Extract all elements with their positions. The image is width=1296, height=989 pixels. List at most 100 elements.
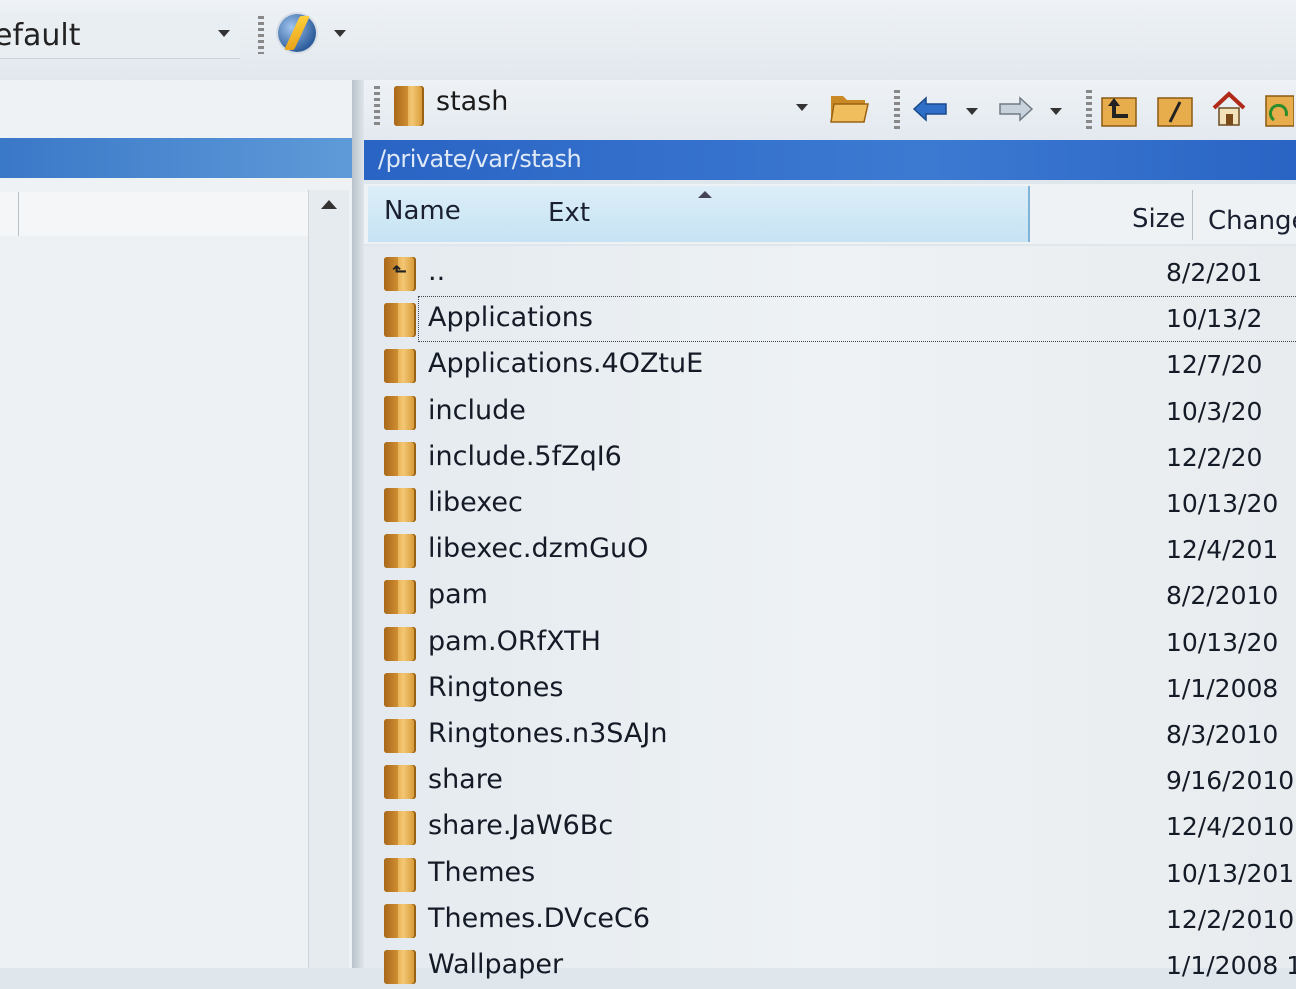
file-row[interactable]: libexec.dzmGuO 12/4/201: [364, 527, 1296, 573]
file-date: 8/3/2010: [1166, 720, 1279, 749]
column-changed-label[interactable]: Change: [1208, 206, 1296, 236]
parent-folder-icon: ⬑: [384, 257, 416, 291]
toolbar-grip[interactable]: [894, 90, 900, 130]
file-row[interactable]: Themes 10/13/201: [364, 851, 1296, 897]
file-date: 10/13/2: [1166, 304, 1263, 334]
file-name: ..: [428, 256, 446, 287]
file-row[interactable]: share.JaW6Bc 12/4/2010: [364, 804, 1296, 850]
file-row[interactable]: share 9/16/2010: [364, 758, 1296, 804]
root-folder-icon[interactable]: [1156, 92, 1194, 128]
drive-folder-icon: [394, 86, 424, 126]
left-path-bar: [0, 138, 352, 178]
file-name: libexec.dzmGuO: [428, 533, 649, 565]
column-size-label[interactable]: Size: [1132, 204, 1185, 234]
file-row[interactable]: Wallpaper 1/1/2008 1: [364, 943, 1296, 989]
chevron-down-icon[interactable]: [966, 108, 978, 115]
toolbar-grip[interactable]: [1086, 90, 1092, 132]
folder-icon: [384, 488, 416, 522]
file-list[interactable]: ⬑.. 8/2/201 Applications 10/13/2 Application…: [364, 246, 1296, 984]
file-date: 8/2/201: [1166, 258, 1263, 287]
file-name: Wallpaper: [428, 949, 564, 980]
file-row[interactable]: Ringtones 1/1/2008: [364, 666, 1296, 712]
file-row[interactable]: libexec 10/13/20: [364, 481, 1296, 527]
folder-icon: [384, 811, 416, 846]
left-file-list[interactable]: [0, 236, 308, 968]
folder-icon: [384, 395, 416, 430]
file-name: share.JaW6Bc: [428, 810, 614, 842]
chevron-down-icon[interactable]: [1050, 108, 1062, 115]
parent-folder-icon[interactable]: [1100, 92, 1138, 128]
session-toolbar: efault: [0, 0, 1296, 80]
session-dropdown[interactable]: efault: [0, 12, 240, 59]
column-name-label[interactable]: Name: [384, 196, 461, 226]
folder-icon: [384, 950, 416, 984]
current-path: /private/var/stash: [378, 145, 582, 173]
up-arrow-icon: ⬑: [392, 261, 408, 282]
column-header: Name Ext Size Change: [364, 184, 1296, 244]
left-scrollbar[interactable]: [308, 190, 349, 968]
file-date: 10/13/201: [1166, 858, 1295, 888]
path-bar[interactable]: /private/var/stash: [364, 140, 1296, 180]
arrow-left-icon[interactable]: [912, 96, 948, 122]
file-name: Themes.DVceC6: [428, 902, 651, 934]
file-date: 12/4/201: [1166, 535, 1279, 565]
file-date: 12/7/20: [1166, 350, 1263, 380]
file-name: Ringtones: [428, 671, 564, 703]
file-name: include: [428, 394, 526, 426]
name-column-header[interactable]: Name Ext: [368, 186, 1030, 242]
sort-ascending-icon: [698, 191, 712, 198]
chevron-down-icon[interactable]: [796, 104, 808, 111]
toolbar-grip[interactable]: [258, 16, 264, 54]
folder-icon: [384, 719, 416, 753]
file-date: 12/2/2010: [1166, 904, 1295, 934]
folder-icon: [384, 672, 416, 707]
file-date: 12/4/2010: [1166, 812, 1295, 842]
file-row[interactable]: pam 8/2/2010: [364, 573, 1296, 619]
folder-icon: [384, 765, 416, 800]
globe-lightning-icon[interactable]: [278, 14, 316, 52]
file-row[interactable]: Applications 10/13/2: [364, 296, 1296, 343]
file-date: 8/2/2010: [1166, 581, 1279, 611]
toolbar-grip[interactable]: [374, 86, 380, 126]
file-name: Applications: [428, 302, 593, 334]
file-row[interactable]: Applications.4OZtuE 12/7/20: [364, 342, 1296, 388]
file-date: 1/1/2008 1: [1166, 951, 1296, 980]
column-separator[interactable]: [18, 192, 19, 236]
file-date: 10/13/20: [1166, 627, 1279, 657]
home-icon[interactable]: [1210, 90, 1248, 128]
file-row[interactable]: Themes.DVceC6 12/2/2010: [364, 897, 1296, 943]
left-column-header: [0, 192, 308, 237]
chevron-down-icon[interactable]: [334, 30, 346, 37]
arrow-right-icon[interactable]: [998, 96, 1034, 122]
folder-icon: [384, 534, 416, 569]
file-row[interactable]: Ringtones.n3SAJn 8/3/2010: [364, 712, 1296, 758]
file-name: pam.ORfXTH: [428, 625, 601, 657]
folder-icon: [384, 303, 416, 338]
file-row[interactable]: include.5fZqI6 12/2/20: [364, 435, 1296, 481]
open-folder-icon[interactable]: [828, 88, 870, 126]
panel-splitter[interactable]: [352, 80, 364, 968]
file-date: 10/3/20: [1166, 396, 1263, 426]
file-name: Applications.4OZtuE: [428, 348, 704, 380]
file-row[interactable]: pam.ORfXTH 10/13/20: [364, 620, 1296, 666]
file-row[interactable]: ⬑.. 8/2/201: [364, 250, 1296, 296]
scroll-up-icon[interactable]: [321, 200, 337, 209]
file-date: 10/13/20: [1166, 489, 1279, 518]
file-date: 9/16/2010: [1166, 766, 1295, 796]
chevron-down-icon[interactable]: [218, 30, 230, 37]
column-ext-label[interactable]: Ext: [548, 198, 590, 228]
drive-name[interactable]: stash: [436, 86, 508, 117]
folder-icon: [384, 857, 416, 892]
folder-icon: [384, 580, 416, 615]
refresh-icon[interactable]: [1264, 92, 1294, 128]
session-name: efault: [0, 18, 81, 53]
file-date: 12/2/20: [1166, 442, 1263, 472]
file-row[interactable]: include 10/3/20: [364, 389, 1296, 435]
file-date: 1/1/2008: [1166, 673, 1279, 703]
folder-icon: [384, 349, 416, 384]
file-name: pam: [428, 579, 488, 611]
left-panel: [0, 80, 352, 968]
column-separator[interactable]: [1192, 190, 1193, 240]
file-name: libexec: [428, 487, 523, 518]
folder-icon: [384, 903, 416, 938]
